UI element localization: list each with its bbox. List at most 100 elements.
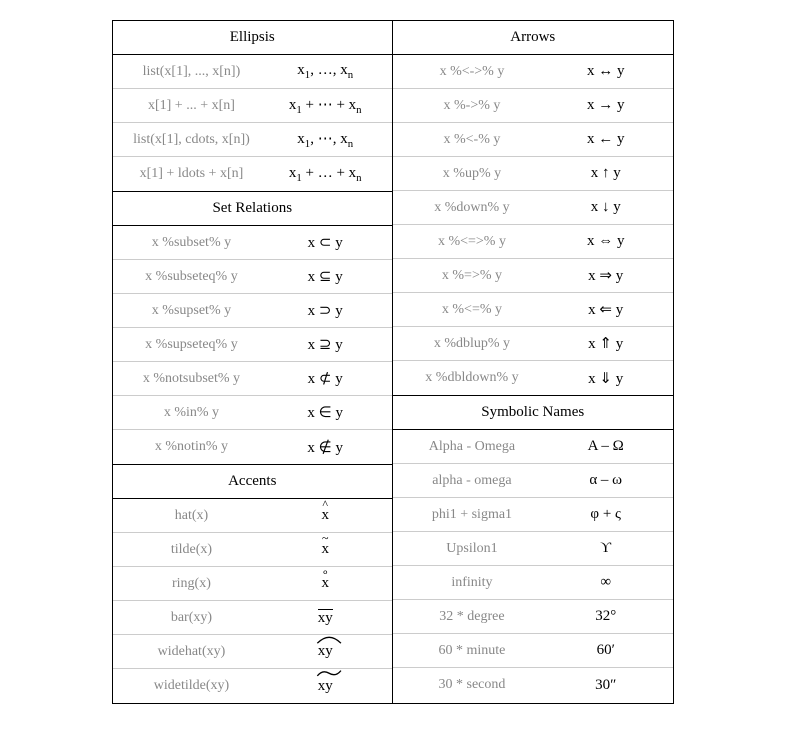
table-row: x %subseteq% yx ⊆ y <box>113 260 393 294</box>
result-cell: Α – Ω <box>545 438 667 455</box>
table-row: Upsilon1ϒ <box>393 532 673 566</box>
table-row: alpha - omegaα – ω <box>393 464 673 498</box>
arrows-header: Arrows <box>393 21 673 55</box>
syntax-cell: x[1] + ... + x[n] <box>119 98 265 114</box>
table-row: x %<=% yx ⇐ y <box>393 293 673 327</box>
syntax-cell: x %supseteq% y <box>119 337 265 353</box>
syntax-cell: 60 * minute <box>399 643 545 659</box>
result-cell: x ↑ y <box>545 165 667 182</box>
syntax-cell: x %dblup% y <box>399 336 545 352</box>
syntax-cell: x %subseteq% y <box>119 269 265 285</box>
result-cell: 60′ <box>545 642 667 659</box>
setrel-header: Set Relations <box>113 191 393 226</box>
syntax-cell: x %->% y <box>399 98 545 114</box>
syntax-cell: x %down% y <box>399 200 545 216</box>
right-column: Arrows x %<->% yx ↔ yx %->% yx → yx %<-%… <box>393 21 673 703</box>
syntax-cell: alpha - omega <box>399 473 545 489</box>
accents-body: hat(x)^xtilde(x)~xring(x)∘xbar(xy)xywide… <box>113 499 393 703</box>
syntax-cell: bar(xy) <box>119 610 265 626</box>
syntax-cell: widehat(xy) <box>119 644 265 660</box>
setrel-body: x %subset% yx ⊂ yx %subseteq% yx ⊆ yx %s… <box>113 226 393 464</box>
table-row: 30 * second30″ <box>393 668 673 702</box>
result-cell: φ + ς <box>545 506 667 523</box>
table-row: x %dbldown% yx ⇓ y <box>393 361 673 395</box>
syntax-cell: x %dbldown% y <box>399 370 545 386</box>
table-row: x %notsubset% yx ⊄ y <box>113 362 393 396</box>
result-cell: x ⇓ y <box>545 369 667 388</box>
table-row: x[1] + ldots + x[n]x1 + … + xn <box>113 157 393 191</box>
result-cell: x → y <box>545 97 667 114</box>
syntax-cell: x %up% y <box>399 166 545 182</box>
result-cell: x ⊂ y <box>264 233 386 252</box>
syntax-cell: x[1] + ldots + x[n] <box>119 166 265 182</box>
symnames-header: Symbolic Names <box>393 395 673 430</box>
syntax-cell: x %<=% y <box>399 302 545 318</box>
table-row: phi1 + sigma1φ + ς <box>393 498 673 532</box>
table-row: x[1] + ... + x[n]x1 + ⋯ + xn <box>113 89 393 123</box>
syntax-cell: x %<->% y <box>399 64 545 80</box>
accents-header: Accents <box>113 464 393 499</box>
syntax-cell: infinity <box>399 575 545 591</box>
table-row: list(x[1], cdots, x[n])x1, ⋯, xn <box>113 123 393 157</box>
syntax-cell: x %supset% y <box>119 303 265 319</box>
syntax-cell: 32 * degree <box>399 609 545 625</box>
result-cell: 32° <box>545 608 667 625</box>
result-cell: x ∈ y <box>264 403 386 422</box>
table-row: x %->% yx → y <box>393 89 673 123</box>
ellipsis-header: Ellipsis <box>113 21 393 55</box>
result-cell: x ⇐ y <box>545 300 667 319</box>
result-cell: ∘x <box>264 575 386 592</box>
result-cell: x ∉ y <box>264 438 386 457</box>
page: Ellipsis list(x[1], ..., x[n])x1, …, xnx… <box>0 20 785 704</box>
result-cell: x ⇑ y <box>545 334 667 353</box>
result-cell: α – ω <box>545 472 667 489</box>
syntax-cell: hat(x) <box>119 508 265 524</box>
result-cell: xy <box>264 678 386 695</box>
table-row: x %<-% yx ← y <box>393 123 673 157</box>
table-row: x %supseteq% yx ⊇ y <box>113 328 393 362</box>
result-cell: ^x <box>264 507 386 524</box>
table-row: x %<->% yx ↔ y <box>393 55 673 89</box>
table-row: ring(x)∘x <box>113 567 393 601</box>
table-row: list(x[1], ..., x[n])x1, …, xn <box>113 55 393 89</box>
syntax-cell: x %notin% y <box>119 439 265 455</box>
table-row: Alpha - OmegaΑ – Ω <box>393 430 673 464</box>
syntax-cell: x %in% y <box>119 405 265 421</box>
syntax-cell: widetilde(xy) <box>119 678 265 694</box>
result-cell: x ⊆ y <box>264 267 386 286</box>
result-cell: 30″ <box>545 677 667 694</box>
table-row: x %down% yx ↓ y <box>393 191 673 225</box>
table-row: 60 * minute60′ <box>393 634 673 668</box>
table-row: x %<=>% yx ⇔ y <box>393 225 673 259</box>
syntax-cell: tilde(x) <box>119 542 265 558</box>
syntax-cell: x %<=>% y <box>399 234 545 250</box>
result-cell: x ← y <box>545 131 667 148</box>
syntax-cell: x %subset% y <box>119 235 265 251</box>
result-cell: x ⊄ y <box>264 369 386 388</box>
symnames-body: Alpha - OmegaΑ – Ωalpha - omegaα – ωphi1… <box>393 430 673 702</box>
result-cell: x ⇔ y <box>545 233 667 250</box>
result-cell: x ⊇ y <box>264 335 386 354</box>
result-cell: x ⇒ y <box>545 266 667 285</box>
syntax-cell: x %=>% y <box>399 268 545 284</box>
table-row: x %subset% yx ⊂ y <box>113 226 393 260</box>
syntax-cell: ring(x) <box>119 576 265 592</box>
result-cell: ∞ <box>545 574 667 591</box>
arrows-body: x %<->% yx ↔ yx %->% yx → yx %<-% yx ← y… <box>393 55 673 395</box>
syntax-cell: x %<-% y <box>399 132 545 148</box>
result-cell: xy <box>264 609 386 627</box>
syntax-cell: 30 * second <box>399 677 545 693</box>
syntax-cell: Upsilon1 <box>399 541 545 557</box>
syntax-cell: list(x[1], ..., x[n]) <box>119 64 265 80</box>
table-row: x %in% yx ∈ y <box>113 396 393 430</box>
result-cell: x1, ⋯, xn <box>264 129 386 150</box>
result-cell: ϒ <box>545 540 667 557</box>
table-container: Ellipsis list(x[1], ..., x[n])x1, …, xnx… <box>112 20 674 704</box>
syntax-cell: list(x[1], cdots, x[n]) <box>119 132 265 148</box>
table-row: x %dblup% yx ⇑ y <box>393 327 673 361</box>
result-cell: ~x <box>264 541 386 558</box>
result-cell: x ↔ y <box>545 63 667 80</box>
table-row: x %notin% yx ∉ y <box>113 430 393 464</box>
result-cell: x ⊃ y <box>264 301 386 320</box>
table-row: infinity∞ <box>393 566 673 600</box>
